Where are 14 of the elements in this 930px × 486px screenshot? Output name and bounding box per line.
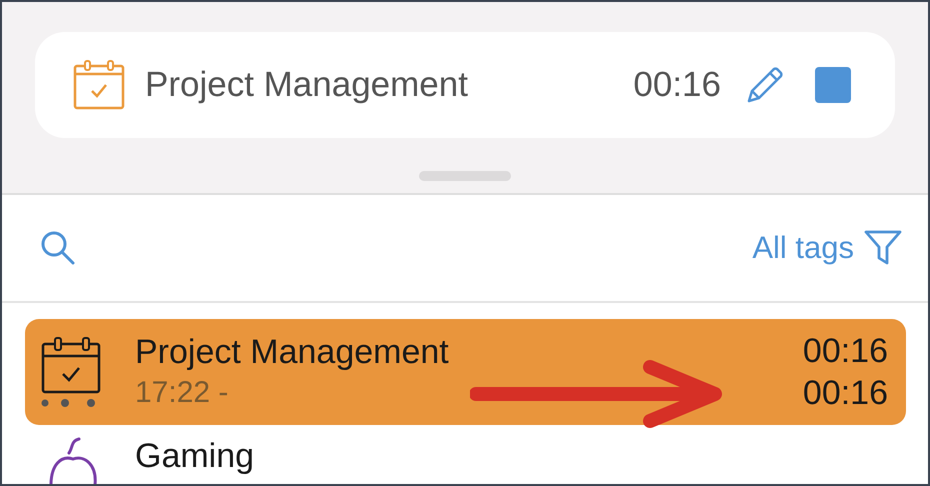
time-entry-row[interactable]: Project Management 17:22 - 00:16 00:16 [25,319,906,425]
entry-duration: 00:16 [802,331,888,372]
filter-icon[interactable] [864,230,902,266]
search-icon[interactable] [40,230,76,266]
drag-handle[interactable] [419,171,511,181]
total-duration: 00:16 [802,373,888,414]
edit-icon[interactable] [745,65,785,105]
calendar-check-icon [73,60,125,110]
time-entry-row[interactable]: Gaming [25,425,906,484]
entry-title: Project Management [135,332,449,373]
elapsed-time: 00:16 [633,65,721,105]
timer-title: Project Management [145,65,469,105]
start-time: 17:22 - [135,375,228,411]
entry-title: Gaming [135,436,254,477]
